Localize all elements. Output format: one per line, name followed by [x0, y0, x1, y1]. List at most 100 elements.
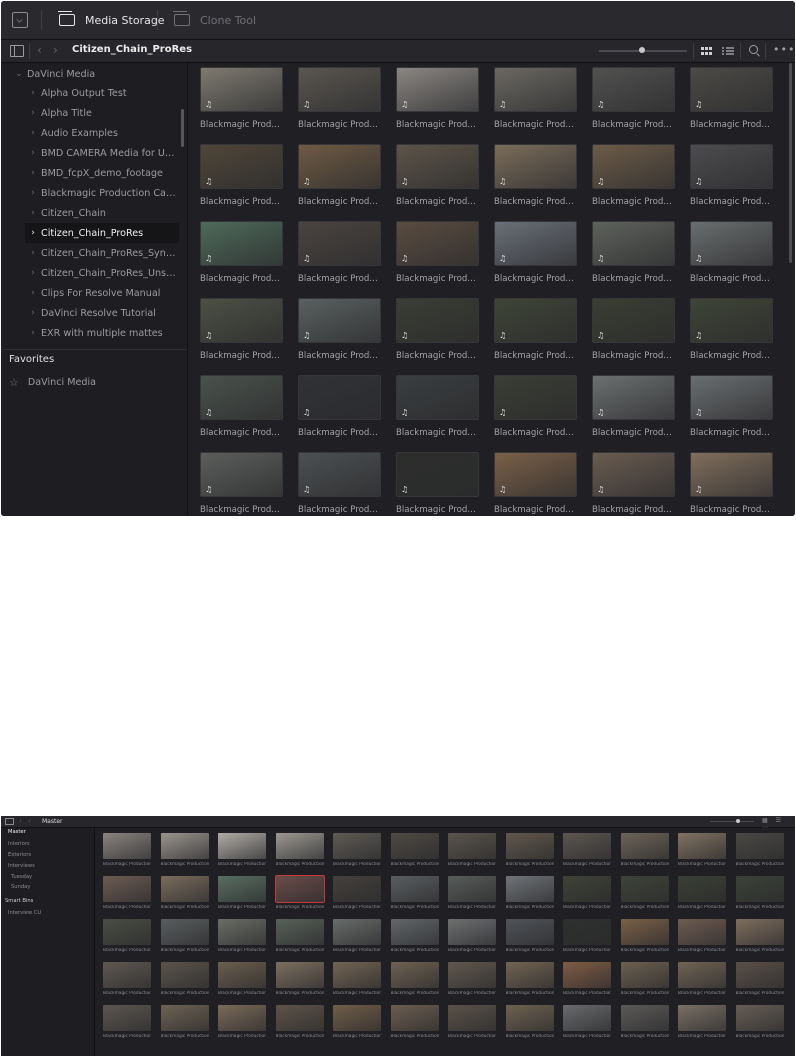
clip-thumbnail[interactable]: Blackmagic Production C... [505, 876, 554, 910]
tab-media-storage[interactable]: Media Storage [58, 1, 165, 39]
folder-item[interactable]: › DaVinci Resolve Tutorial [25, 303, 179, 323]
sidebar-scrollbar[interactable] [181, 109, 184, 147]
clip-thumbnail[interactable]: Blackmagic Production C... [448, 876, 496, 910]
clip-thumbnail[interactable]: Blackmagic Production C... [735, 962, 784, 996]
clip-thumbnail[interactable]: Blackmagic Production C... [218, 876, 266, 910]
clip-thumbnail[interactable]: Blackmagic Production C... [620, 919, 669, 953]
folder-item[interactable]: › EXR with multiple mattes [25, 323, 179, 343]
clip-thumbnail[interactable]: ♫ Blackmagic Productio... [690, 144, 773, 207]
search-icon[interactable] [749, 45, 758, 54]
bin-item[interactable]: Interiors [8, 841, 30, 847]
slider-handle[interactable] [736, 819, 740, 823]
clip-thumbnail[interactable]: ♫ Blackmagic Productio... [690, 375, 773, 438]
clip-thumbnail[interactable]: Blackmagic Production C... [678, 876, 726, 910]
clip-thumbnail[interactable]: ♫ Blackmagic Productio... [494, 221, 577, 284]
clip-thumbnail[interactable]: Blackmagic Production C... [103, 962, 151, 996]
clip-thumbnail[interactable]: Blackmagic Production C... [678, 1005, 726, 1039]
clip-thumbnail[interactable]: Blackmagic Production C... [505, 1005, 554, 1039]
clip-thumbnail[interactable]: Blackmagic Production C... [160, 962, 209, 996]
clip-thumbnail[interactable]: Blackmagic Production C... [678, 962, 726, 996]
clip-thumbnail[interactable]: ♫ Blackmagic Productio... [494, 375, 577, 438]
clip-thumbnail[interactable]: Blackmagic Production C... [274, 875, 325, 910]
clip-thumbnail[interactable]: Blackmagic Production C... [390, 876, 439, 910]
clip-thumbnail[interactable]: Blackmagic Production C... [333, 833, 381, 867]
clip-thumbnail[interactable]: ♫ Blackmagic Productio... [396, 452, 479, 515]
clip-thumbnail[interactable]: Blackmagic Production C... [448, 962, 496, 996]
bin-item[interactable]: Master [8, 829, 26, 835]
clip-thumbnail[interactable]: ♫ Blackmagic Productio... [592, 144, 675, 207]
more-options-icon[interactable]: ••• [773, 43, 795, 56]
clip-thumbnail[interactable]: ♫ Blackmagic Productio... [690, 452, 773, 515]
bin-item[interactable]: Interview CU [8, 910, 41, 916]
clip-thumbnail[interactable]: Blackmagic Production C... [620, 962, 669, 996]
clip-thumbnail[interactable]: Blackmagic Production C... [390, 919, 439, 953]
clip-thumbnail[interactable]: ♫ Blackmagic Productio... [298, 452, 381, 515]
clip-thumbnail[interactable]: ♫ Blackmagic Productio... [200, 144, 283, 207]
clip-thumbnail[interactable]: Blackmagic Production C... [563, 962, 611, 996]
clip-thumbnail[interactable]: Blackmagic Production C... [735, 1005, 784, 1039]
clip-thumbnail[interactable]: ♫ Blackmagic Productio... [592, 452, 675, 515]
clip-thumbnail[interactable]: Blackmagic Production C... [218, 962, 266, 996]
clip-thumbnail[interactable]: ♫ Blackmagic Productio... [494, 298, 577, 361]
back-arrow-icon[interactable]: ‹ [19, 816, 22, 826]
clip-thumbnail[interactable]: Blackmagic Production C... [678, 833, 726, 867]
clip-thumbnail[interactable]: ♫ Blackmagic Productio... [200, 221, 283, 284]
clip-thumbnail[interactable]: Blackmagic Production C... [103, 1005, 151, 1039]
folder-item[interactable]: › Citizen_Chain_ProRes [25, 223, 179, 243]
clip-thumbnail[interactable]: Blackmagic Production C... [448, 919, 496, 953]
clip-thumbnail[interactable]: Blackmagic Production C... [160, 876, 209, 910]
favorite-item[interactable]: ☆ DaVinci Media [9, 376, 96, 389]
thumbnail-size-slider[interactable] [710, 821, 754, 822]
clip-thumbnail[interactable]: Blackmagic Production C... [333, 876, 381, 910]
folder-item[interactable]: › Clips For Resolve Manual [25, 283, 179, 303]
clip-thumbnail[interactable]: Blackmagic Production C... [505, 962, 554, 996]
clip-thumbnail[interactable]: ♫ Blackmagic Productio... [200, 298, 283, 361]
panel-menu-icon[interactable] [12, 12, 28, 28]
clip-thumbnail[interactable]: Blackmagic Production C... [563, 919, 611, 953]
folder-item[interactable]: › BMD CAMERA Media for User ... [25, 143, 179, 163]
clip-thumbnail[interactable]: Blackmagic Production C... [333, 1005, 381, 1039]
clip-thumbnail[interactable]: ♫ Blackmagic Productio... [396, 221, 479, 284]
clip-thumbnail[interactable]: ♫ Blackmagic Productio... [396, 298, 479, 361]
clip-thumbnail[interactable]: Blackmagic Production C... [505, 833, 554, 867]
folder-item[interactable]: › Alpha Title [25, 103, 179, 123]
forward-arrow-icon[interactable]: › [53, 43, 58, 57]
clip-thumbnail[interactable]: Blackmagic Production C... [333, 919, 381, 953]
clip-thumbnail[interactable]: Blackmagic Production C... [275, 833, 324, 867]
clip-thumbnail[interactable]: ♫ Blackmagic Productio... [298, 221, 381, 284]
clip-thumbnail[interactable]: ♫ Blackmagic Productio... [200, 67, 283, 130]
grid-view-icon[interactable] [701, 47, 713, 55]
sidebar-toggle-icon[interactable] [10, 45, 24, 57]
clip-thumbnail[interactable]: Blackmagic Production C... [735, 919, 784, 953]
tab-clone-tool[interactable]: Clone Tool [173, 1, 256, 39]
clip-thumbnail[interactable]: ♫ Blackmagic Productio... [396, 144, 479, 207]
clip-thumbnail[interactable]: Blackmagic Production C... [448, 833, 496, 867]
sidebar-toggle-icon[interactable] [5, 818, 14, 825]
back-arrow-icon[interactable]: ‹ [37, 43, 42, 57]
clip-thumbnail[interactable]: Blackmagic Production C... [160, 919, 209, 953]
clip-thumbnail[interactable]: ♫ Blackmagic Productio... [494, 144, 577, 207]
slider-handle[interactable] [639, 47, 645, 53]
folder-item[interactable]: › Citizen_Chain [25, 203, 179, 223]
clip-thumbnail[interactable]: Blackmagic Production C... [390, 1005, 439, 1039]
clip-thumbnail[interactable]: Blackmagic Production C... [275, 1005, 324, 1039]
clip-thumbnail[interactable]: Blackmagic Production C... [620, 1005, 669, 1039]
clip-thumbnail[interactable]: ♫ Blackmagic Productio... [298, 144, 381, 207]
clip-thumbnail[interactable]: Blackmagic Production C... [620, 833, 669, 867]
clip-thumbnail[interactable]: ♫ Blackmagic Productio... [298, 67, 381, 130]
clip-thumbnail[interactable]: ♫ Blackmagic Productio... [396, 67, 479, 130]
clip-thumbnail[interactable]: ♫ Blackmagic Productio... [592, 375, 675, 438]
clip-thumbnail[interactable]: Blackmagic Production C... [160, 833, 209, 867]
clip-thumbnail[interactable]: Blackmagic Production C... [103, 833, 151, 867]
folder-item[interactable]: › Alpha Output Test [25, 83, 179, 103]
clip-thumbnail[interactable]: ♫ Blackmagic Productio... [592, 67, 675, 130]
clip-thumbnail[interactable]: Blackmagic Production C... [275, 962, 324, 996]
clip-thumbnail[interactable]: Blackmagic Production C... [218, 919, 266, 953]
clip-thumbnail[interactable]: Blackmagic Production C... [620, 876, 669, 910]
clip-thumbnail[interactable]: ♫ Blackmagic Productio... [494, 67, 577, 130]
clip-thumbnail[interactable]: Blackmagic Production C... [505, 919, 554, 953]
clip-thumbnail[interactable]: Blackmagic Production C... [103, 919, 151, 953]
clip-thumbnail[interactable]: Blackmagic Production C... [390, 833, 439, 867]
clip-thumbnail[interactable]: Blackmagic Production C... [275, 919, 324, 953]
folder-item[interactable]: › Citizen_Chain_ProRes_Synced [25, 243, 179, 263]
